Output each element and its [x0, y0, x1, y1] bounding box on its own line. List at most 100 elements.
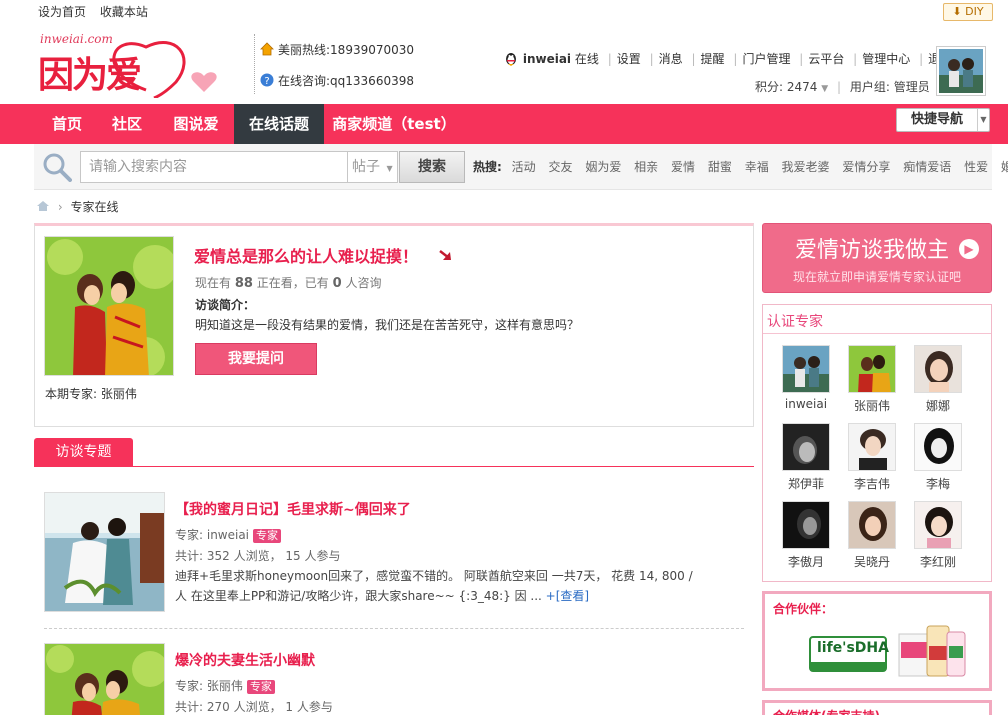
- hot-word[interactable]: 婚纱: [1001, 160, 1008, 174]
- set-homepage-link[interactable]: 设为首页: [38, 5, 86, 19]
- home-icon[interactable]: [36, 200, 50, 212]
- hot-word[interactable]: 活动: [512, 160, 536, 174]
- expert-photo[interactable]: [44, 236, 174, 376]
- bookmark-link[interactable]: 收藏本站: [100, 5, 148, 19]
- diy-button[interactable]: ⬇ DIY: [943, 3, 993, 21]
- cloud-platform-link[interactable]: 云平台: [808, 52, 844, 66]
- expert-card[interactable]: 娜娜: [908, 345, 968, 414]
- topic-expert-name[interactable]: 专家: inweiai: [175, 528, 249, 542]
- expert-card[interactable]: 李傲月: [776, 501, 836, 570]
- lifes-dha-logo[interactable]: life'sDHA: [809, 636, 889, 672]
- chevron-down-icon: ▼: [977, 109, 989, 131]
- nav-home[interactable]: 首页: [37, 104, 97, 144]
- expert-card[interactable]: 李梅: [908, 423, 968, 492]
- hot-word[interactable]: 甜蜜: [708, 160, 732, 174]
- username[interactable]: inweiai: [523, 52, 571, 66]
- expert-card[interactable]: 郑伊菲: [776, 423, 836, 492]
- topic-title[interactable]: 爆冷的夫妻生活小幽默: [175, 650, 315, 670]
- hot-word[interactable]: 爱情: [671, 160, 695, 174]
- topic-stats: 共计: 352 人浏览， 15 人参与: [175, 549, 341, 563]
- topic-photo[interactable]: [44, 492, 165, 612]
- certified-experts-panel: 认证专家 inweiai 张丽伟 娜娜 郑伊菲 李吉伟 李梅 李傲月 吴晓丹 李…: [762, 304, 992, 582]
- viewing-label: 正在看，已有: [256, 276, 329, 290]
- hot-word[interactable]: 我爱老婆: [782, 160, 830, 174]
- header-divider: [254, 34, 255, 94]
- nav-community[interactable]: 社区: [97, 104, 157, 144]
- hot-word[interactable]: 交友: [548, 160, 572, 174]
- interview-title[interactable]: 爱情总是那么的让人难以捉摸！: [194, 243, 454, 267]
- search-type-label: 帖子: [352, 159, 380, 175]
- topic-stats: 共计: 270 人浏览， 1 人参与: [175, 700, 333, 714]
- topic-description: 迪拜+毛里求斯honeymoon回来了，感觉蛮不错的。 阿联酋航空来回 一共7天…: [175, 566, 705, 606]
- user-group: 用户组: 管理员: [849, 80, 930, 94]
- expert-card[interactable]: 李红刚: [908, 501, 968, 570]
- expert-name: 张丽伟: [853, 399, 890, 413]
- hotline: 美丽热线:18939070030: [260, 41, 414, 58]
- expert-avatar: [914, 345, 962, 393]
- hot-word[interactable]: 相亲: [634, 160, 658, 174]
- expert-avatar: [782, 501, 830, 549]
- media-panel: 合作媒体(专家支持): [762, 700, 992, 715]
- user-bar: inweiai 在线 | 设置 | 消息 | 提醒 | 门户管理 | 云平台 | 管理中心 …: [503, 50, 952, 67]
- admin-center-link[interactable]: 管理中心: [862, 52, 910, 66]
- score-label: 积分: 2474: [755, 80, 818, 94]
- consult-text: 在线咨询:qq133660398: [278, 74, 414, 88]
- partner-logo-text: life'sDHA: [817, 640, 889, 656]
- quick-nav-button[interactable]: 快捷导航 ▼: [896, 108, 990, 132]
- topic-expert-name[interactable]: 专家: 张丽伟: [175, 679, 243, 693]
- logo-subtitle: inweiai.com: [40, 32, 113, 46]
- expert-name: 李傲月: [787, 555, 824, 569]
- expert-name: 娜娜: [925, 399, 950, 413]
- hot-word[interactable]: 姻为爱: [585, 160, 621, 174]
- nav-picture-love[interactable]: 图说爱: [159, 104, 233, 144]
- kissing-couple-illustration: [45, 237, 173, 375]
- ask-question-button[interactable]: 我要提问: [195, 343, 317, 375]
- expert-card[interactable]: 吴晓丹: [842, 501, 902, 570]
- apply-expert-banner[interactable]: 爱情访谈我做主 ▶ 现在就立即申请爱情专家认证吧: [762, 223, 992, 293]
- topic-description-text: 迪拜+毛里求斯honeymoon回来了，感觉蛮不错的。 阿联酋航空来回 一共7天…: [175, 569, 693, 603]
- topic-expert: 专家: 张丽伟 专家: [175, 677, 275, 694]
- topic-photo[interactable]: [44, 643, 165, 715]
- topic-title[interactable]: 【我的蜜月日记】毛里求斯~偶回来了: [175, 499, 411, 519]
- download-arrow-icon: ⬇: [952, 5, 962, 18]
- hot-word[interactable]: 爱情分享: [842, 160, 890, 174]
- help-icon: ?: [260, 73, 274, 87]
- expert-name: 李红刚: [919, 555, 956, 569]
- portal-admin-link[interactable]: 门户管理: [742, 52, 790, 66]
- nav-online-topics[interactable]: 在线话题: [234, 104, 324, 144]
- site-logo[interactable]: inweiai.com 因为爱: [36, 32, 221, 98]
- partners-heading: 合作伙伴：: [773, 602, 834, 616]
- hot-searches: 热搜: 活动 交友 姻为爱 相亲 爱情 甜蜜 幸福 我爱老婆 爱情分享 痴情爱语…: [473, 158, 1008, 175]
- item-divider: [44, 628, 744, 629]
- tab-interview-topics[interactable]: 访谈专题: [34, 438, 133, 466]
- nav-merchant-channel[interactable]: 商家频道（test）: [326, 104, 462, 144]
- diy-label: DIY: [965, 5, 984, 18]
- search-button[interactable]: 搜索: [399, 151, 465, 183]
- intro-text: 明知道这是一段没有结果的爱情，我们还是在苦苦死守，这样有意思吗？: [195, 318, 580, 332]
- user-avatar[interactable]: [936, 46, 986, 96]
- arrow-right-icon: ▶: [959, 239, 979, 259]
- hotline-text: 美丽热线:18939070030: [278, 43, 415, 57]
- stats-prefix: 现在有: [195, 276, 232, 290]
- certified-experts-heading: 认证专家: [767, 314, 823, 330]
- intro-heading: 访谈简介：: [195, 298, 256, 312]
- search-type-select[interactable]: 帖子 ▼: [348, 151, 398, 183]
- expert-card[interactable]: 李吉伟: [842, 423, 902, 492]
- expert-badge: 专家: [253, 529, 282, 543]
- hot-word[interactable]: 性爱: [964, 160, 988, 174]
- hot-word[interactable]: 幸福: [745, 160, 769, 174]
- settings-link[interactable]: 设置: [617, 52, 641, 66]
- avatar-photo: [939, 49, 983, 93]
- expert-card[interactable]: 张丽伟: [842, 345, 902, 414]
- hot-word[interactable]: 痴情爱语: [903, 160, 951, 174]
- reminders-link[interactable]: 提醒: [701, 52, 725, 66]
- house-icon: [260, 42, 274, 56]
- qq-penguin-icon: [506, 53, 516, 66]
- expert-card[interactable]: inweiai: [776, 345, 836, 411]
- product-bottles-image[interactable]: [897, 616, 967, 680]
- search-input[interactable]: 请输入搜索内容: [80, 151, 348, 183]
- view-more-link[interactable]: +[查看]: [546, 589, 589, 603]
- expert-name: 李梅: [925, 477, 950, 491]
- messages-link[interactable]: 消息: [659, 52, 683, 66]
- score-menu[interactable]: 积分: 2474 ▼: [755, 80, 828, 94]
